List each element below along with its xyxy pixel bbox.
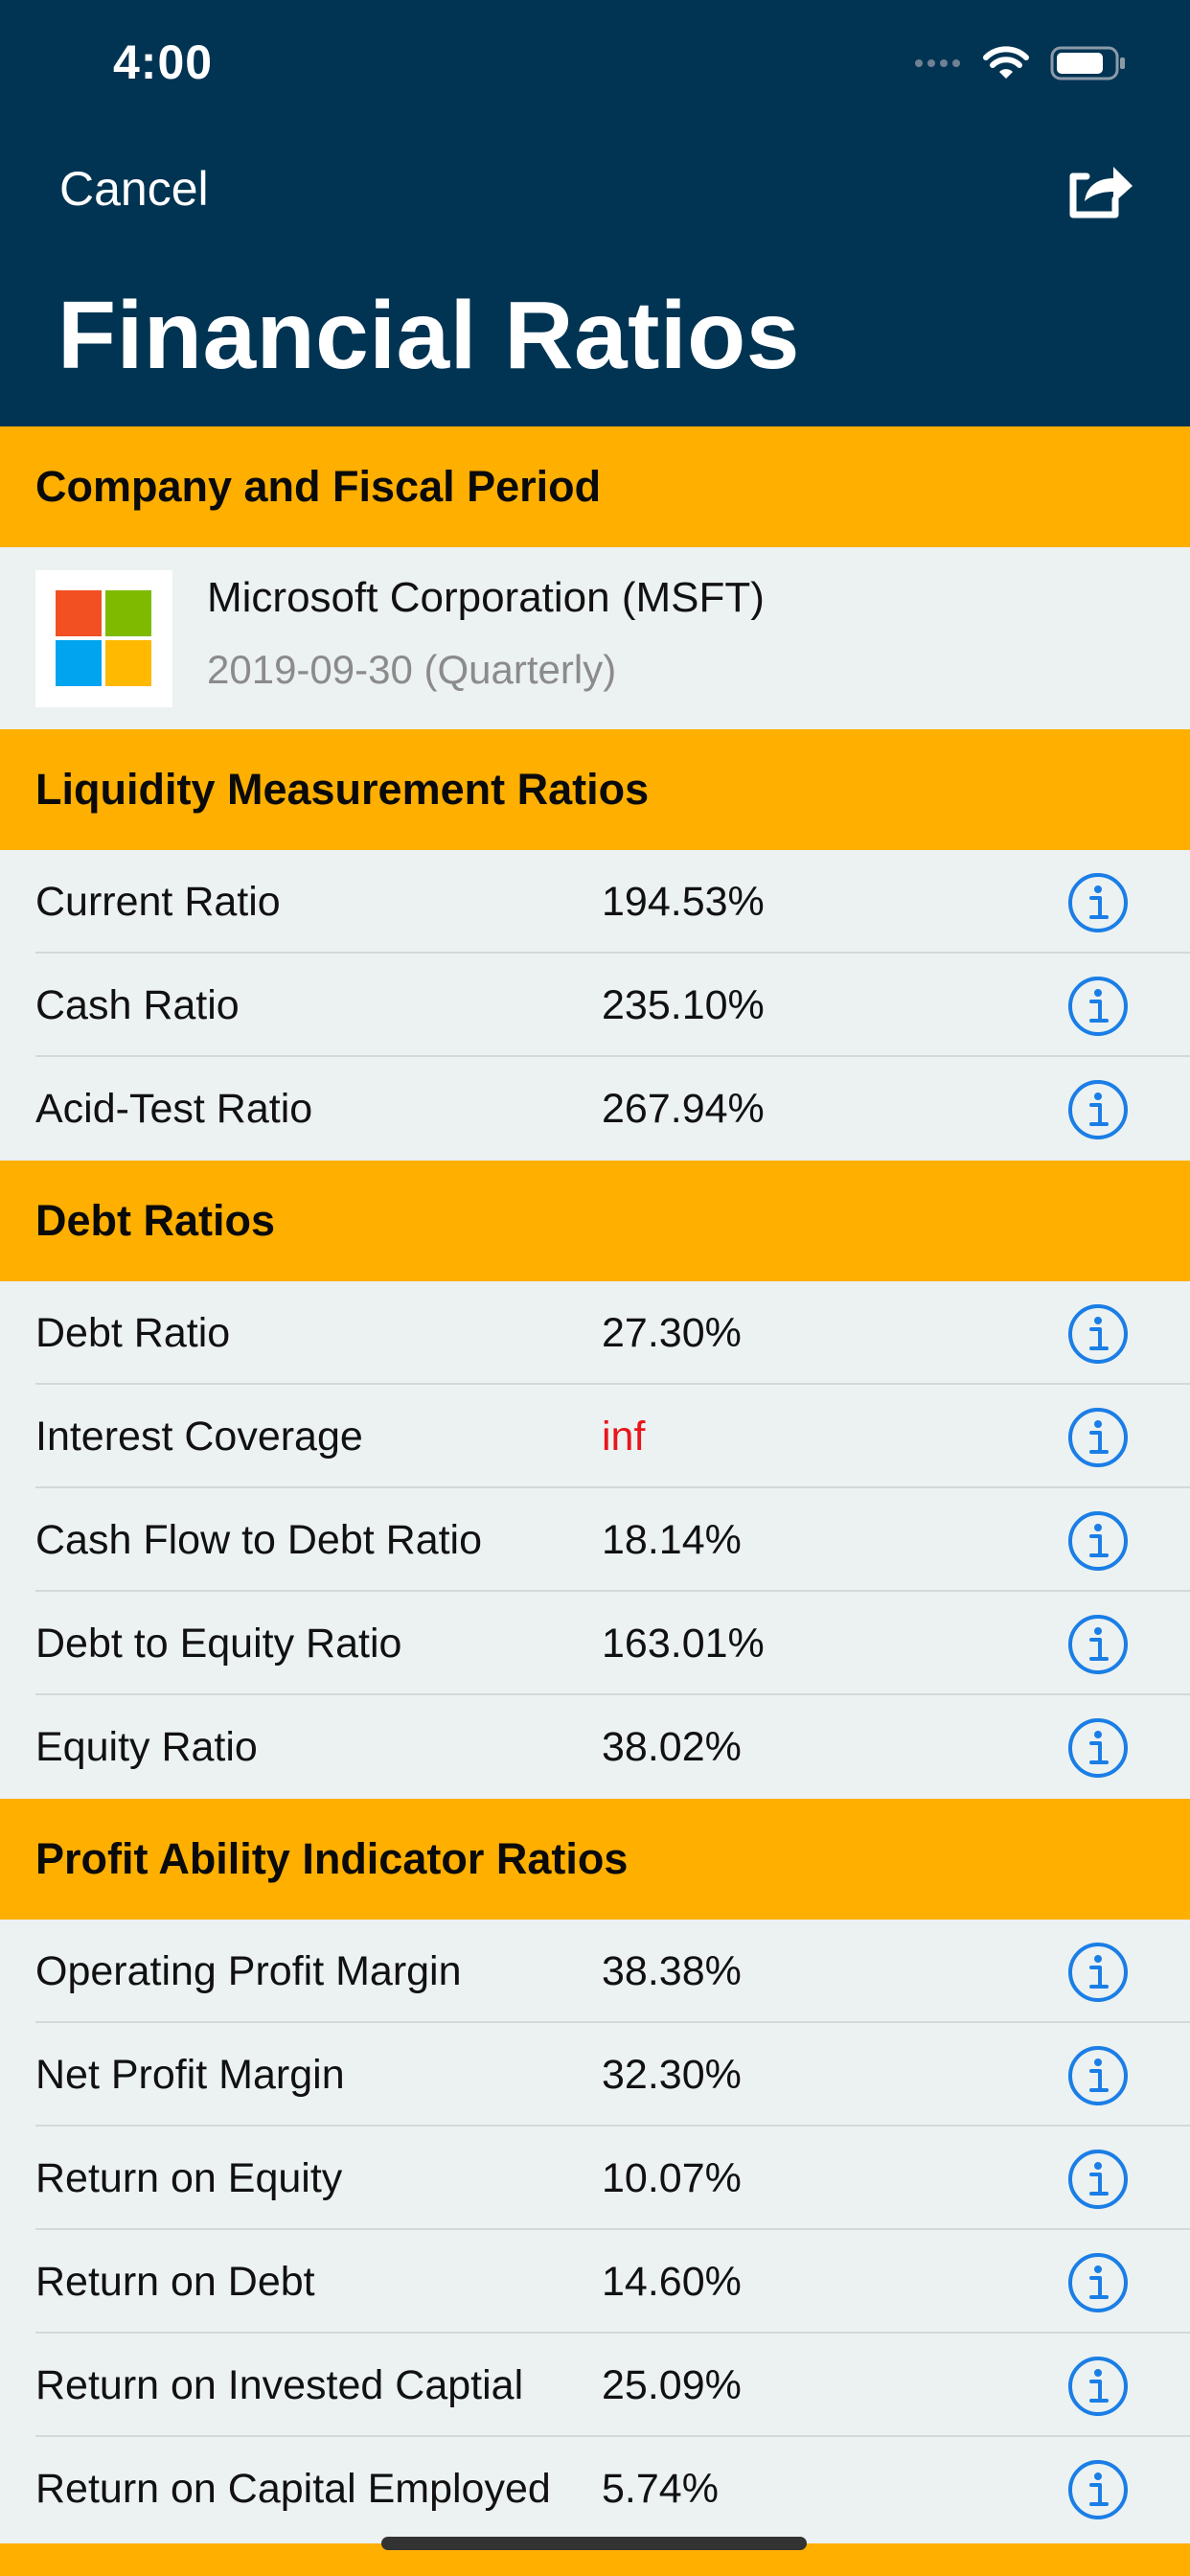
section-header-liquidity: Liquidity Measurement Ratios — [0, 729, 1190, 850]
ratio-value: 194.53% — [602, 879, 765, 925]
ratio-value: 25.09% — [602, 2362, 742, 2408]
ratio-label: Net Profit Margin — [35, 2052, 345, 2098]
logo-square-red — [56, 590, 102, 636]
wifi-icon — [983, 46, 1029, 79]
ratio-label: Equity Ratio — [35, 1724, 258, 1770]
ratio-row: Interest Coverage inf — [0, 1385, 1190, 1488]
info-icon[interactable] — [1067, 1303, 1129, 1365]
info-icon[interactable] — [1067, 872, 1129, 933]
ratio-row: Net Profit Margin 32.30% — [0, 2023, 1190, 2127]
ratio-row: Equity Ratio 38.02% — [0, 1695, 1190, 1799]
company-name: Microsoft Corporation (MSFT) — [207, 574, 765, 621]
logo-square-yellow — [105, 640, 151, 686]
ratio-label: Return on Invested Captial — [35, 2362, 524, 2408]
ratio-row: Cash Ratio 235.10% — [0, 954, 1190, 1057]
info-icon[interactable] — [1067, 976, 1129, 1037]
ratio-value: 27.30% — [602, 1310, 742, 1356]
info-icon[interactable] — [1067, 1614, 1129, 1675]
navigation-header: 4:00 Cancel Financial Ratios — [0, 0, 1190, 426]
ratio-label: Cash Ratio — [35, 982, 240, 1028]
info-icon[interactable] — [1067, 1407, 1129, 1468]
section-header-profitability: Profit Ability Indicator Ratios — [0, 1799, 1190, 1920]
info-icon[interactable] — [1067, 2045, 1129, 2106]
company-logo — [35, 570, 172, 707]
logo-square-blue — [56, 640, 102, 686]
info-icon[interactable] — [1067, 2459, 1129, 2520]
ratio-row: Cash Flow to Debt Ratio 18.14% — [0, 1488, 1190, 1592]
ratio-value: 18.14% — [602, 1517, 742, 1563]
ratio-row: Return on Invested Captial 25.09% — [0, 2334, 1190, 2437]
ratio-label: Return on Equity — [35, 2155, 343, 2201]
ratio-label: Current Ratio — [35, 879, 281, 925]
ratio-value: 163.01% — [602, 1621, 765, 1667]
logo-square-green — [105, 590, 151, 636]
cellular-signal-icon — [915, 59, 960, 67]
ratio-label: Operating Profit Margin — [35, 1948, 462, 1994]
status-icons — [915, 44, 1127, 82]
ratio-row: Debt to Equity Ratio 163.01% — [0, 1592, 1190, 1695]
share-icon[interactable] — [1065, 159, 1134, 220]
ratio-value: 5.74% — [602, 2466, 719, 2512]
status-time: 4:00 — [113, 35, 214, 89]
company-row: Microsoft Corporation (MSFT) 2019-09-30 … — [0, 547, 1190, 729]
info-icon[interactable] — [1067, 1079, 1129, 1140]
ratio-row: Return on Equity 10.07% — [0, 2127, 1190, 2230]
ratio-value: 14.60% — [602, 2259, 742, 2305]
info-icon[interactable] — [1067, 2356, 1129, 2417]
ratio-value: 267.94% — [602, 1086, 765, 1132]
ratio-label: Return on Capital Employed — [35, 2466, 551, 2512]
cancel-button[interactable]: Cancel — [59, 161, 209, 217]
battery-icon — [1050, 46, 1125, 80]
ratio-value: 38.02% — [602, 1724, 742, 1770]
ratio-row: Debt Ratio 27.30% — [0, 1281, 1190, 1385]
ratio-value: 10.07% — [602, 2155, 742, 2201]
ratio-row: Current Ratio 194.53% — [0, 850, 1190, 954]
home-indicator[interactable] — [381, 2537, 807, 2550]
ratio-row: Operating Profit Margin 38.38% — [0, 1920, 1190, 2023]
info-icon[interactable] — [1067, 2252, 1129, 2313]
ratio-row: Return on Capital Employed 5.74% — [0, 2437, 1190, 2541]
page-title: Financial Ratios — [57, 282, 800, 389]
ratio-label: Cash Flow to Debt Ratio — [35, 1517, 483, 1563]
ratio-label: Acid-Test Ratio — [35, 1086, 313, 1132]
ratio-row: Return on Debt 14.60% — [0, 2230, 1190, 2334]
info-icon[interactable] — [1067, 1942, 1129, 2003]
info-icon[interactable] — [1067, 1510, 1129, 1572]
fiscal-period: 2019-09-30 (Quarterly) — [207, 647, 617, 692]
ratio-label: Return on Debt — [35, 2259, 315, 2305]
ratio-label: Debt to Equity Ratio — [35, 1621, 402, 1667]
section-header-debt: Debt Ratios — [0, 1161, 1190, 1281]
info-icon[interactable] — [1067, 2149, 1129, 2210]
ratio-value: 32.30% — [602, 2052, 742, 2098]
ratio-value: 38.38% — [602, 1948, 742, 1994]
info-icon[interactable] — [1067, 1717, 1129, 1779]
section-header-company: Company and Fiscal Period — [0, 426, 1190, 547]
ratio-row: Acid-Test Ratio 267.94% — [0, 1057, 1190, 1161]
ratio-label: Interest Coverage — [35, 1414, 363, 1460]
ratio-value: 235.10% — [602, 982, 765, 1028]
ratio-label: Debt Ratio — [35, 1310, 231, 1356]
ratio-value: inf — [602, 1414, 646, 1460]
